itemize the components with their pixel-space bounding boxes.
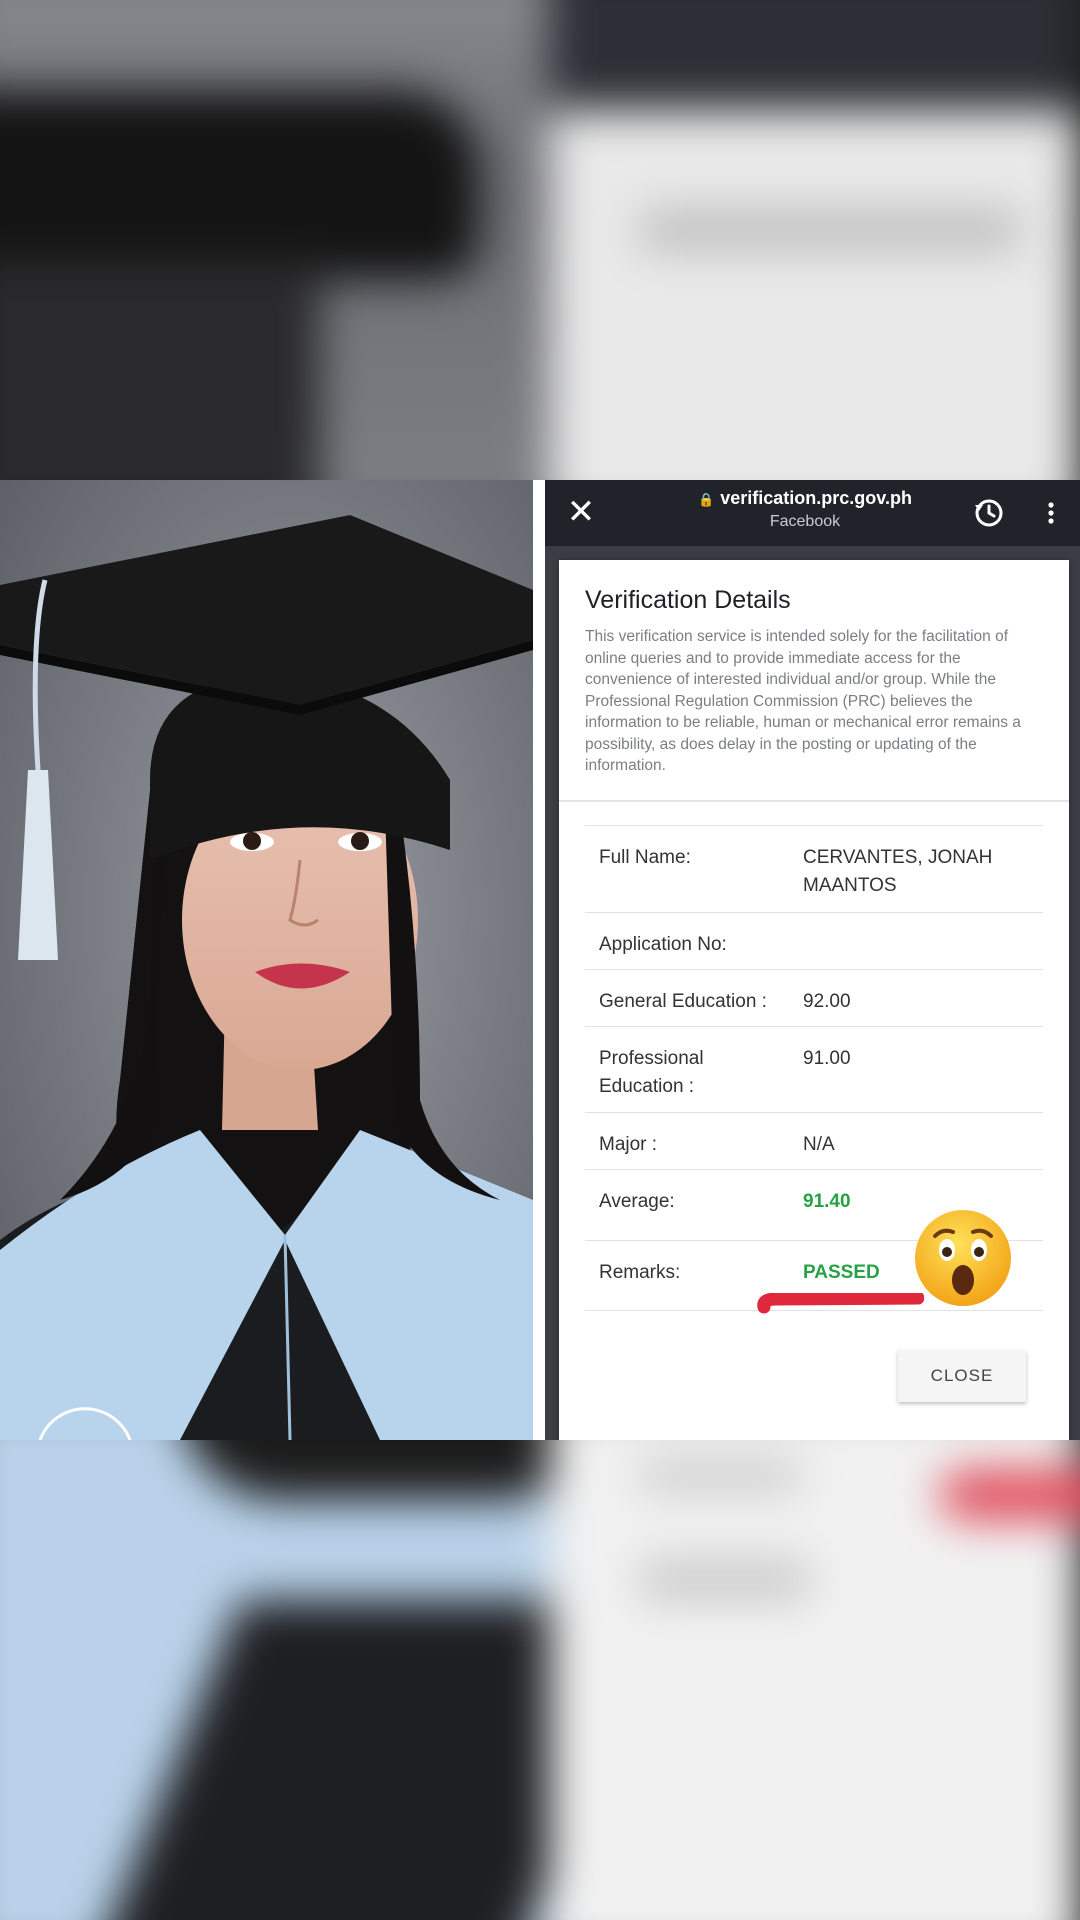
row-label: Remarks: xyxy=(599,1262,681,1283)
row-label: Average: xyxy=(599,1191,675,1212)
row-label: Full Name: xyxy=(599,847,691,868)
dialog-header: Verification Details This verification s… xyxy=(559,560,1069,802)
row-label: Professional Education : xyxy=(599,1048,704,1097)
address-bar[interactable]: 🔒 verification.prc.gov.ph Facebook xyxy=(655,488,955,531)
dialog-description: This verification service is intended so… xyxy=(585,628,1021,774)
url-text: 🔒 verification.prc.gov.ph xyxy=(655,488,955,509)
lock-icon: 🔒 xyxy=(698,492,715,507)
astonished-face-emoji xyxy=(915,1210,1011,1306)
table-row-professional-education: Professional Education : 91.00 xyxy=(585,1026,1043,1112)
close-icon[interactable]: ✕ xyxy=(563,494,599,530)
panel-divider xyxy=(533,480,545,1440)
url-label: verification.prc.gov.ph xyxy=(720,488,912,508)
table-row-major: Major : N/A xyxy=(585,1112,1043,1169)
table-row-general-education: General Education : 92.00 xyxy=(585,969,1043,1026)
composite-image: ✕ 🔒 verification.prc.gov.ph Facebook Veri… xyxy=(0,480,1080,1440)
row-label: Application No: xyxy=(599,934,727,955)
dialog-title: Verification Details xyxy=(585,586,791,614)
source-label: Facebook xyxy=(769,513,841,530)
blurred-background-bottom xyxy=(0,1440,1080,1920)
table-row-application-no: Application No: xyxy=(585,912,1043,969)
row-value: CERVANTES, JONAH MAANTOS xyxy=(803,847,993,896)
table-row-full-name: Full Name: CERVANTES, JONAH MAANTOS xyxy=(585,825,1043,912)
row-label: General Education : xyxy=(599,991,767,1012)
history-icon[interactable] xyxy=(972,496,1006,530)
blurred-background-top xyxy=(0,0,1080,480)
phone-screenshot: ✕ 🔒 verification.prc.gov.ph Facebook Veri… xyxy=(545,480,1080,1440)
row-value: N/A xyxy=(803,1134,835,1155)
row-value: 91.00 xyxy=(803,1048,851,1069)
row-label: Major : xyxy=(599,1134,658,1155)
row-value: 92.00 xyxy=(803,991,851,1012)
browser-toolbar: ✕ 🔒 verification.prc.gov.ph Facebook xyxy=(545,480,1080,546)
red-underline-mark xyxy=(757,1293,924,1314)
kebab-menu-icon[interactable] xyxy=(1041,496,1061,530)
graduation-photo xyxy=(0,480,533,1440)
close-button[interactable]: CLOSE xyxy=(898,1350,1026,1402)
verification-dialog: Verification Details This verification s… xyxy=(559,560,1069,1440)
